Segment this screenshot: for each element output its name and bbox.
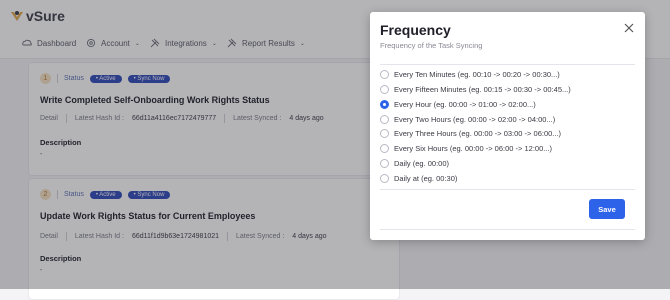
radio-button[interactable] xyxy=(380,174,389,183)
radio-button[interactable] xyxy=(380,144,389,153)
option-label: Every Three Hours (eg. 00:00 -> 03:00 ->… xyxy=(394,129,562,138)
radio-button[interactable] xyxy=(380,85,389,94)
dialog-footer-divider xyxy=(380,229,635,230)
frequency-option[interactable]: Every Three Hours (eg. 00:00 -> 03:00 ->… xyxy=(380,129,561,138)
app: vSure Dashboard Account ⌄ Integrations ⌄… xyxy=(0,0,670,300)
frequency-option[interactable]: Every Fifteen Minutes (eg. 00:15 -> 00:3… xyxy=(380,85,571,94)
close-icon[interactable] xyxy=(623,22,635,34)
option-label: Every Hour (eg. 00:00 -> 01:00 -> 02:00.… xyxy=(394,100,536,109)
dialog-subtitle: Frequency of the Task Syncing xyxy=(380,41,483,50)
frequency-option[interactable]: Every Ten Minutes (eg. 00:10 -> 00:20 ->… xyxy=(380,70,560,79)
option-label: Every Ten Minutes (eg. 00:10 -> 00:20 ->… xyxy=(394,70,560,79)
radio-button[interactable] xyxy=(380,70,389,79)
option-label: Daily at (eg. 00:30) xyxy=(394,174,458,183)
option-label: Every Fifteen Minutes (eg. 00:15 -> 00:3… xyxy=(394,85,571,94)
frequency-option[interactable]: Daily at (eg. 00:30) xyxy=(380,174,457,183)
frequency-dialog: Frequency Frequency of the Task Syncing … xyxy=(370,12,645,240)
radio-button[interactable] xyxy=(380,129,389,138)
frequency-option[interactable]: Every Hour (eg. 00:00 -> 01:00 -> 02:00.… xyxy=(380,100,536,109)
radio-button[interactable] xyxy=(380,100,389,109)
dialog-title: Frequency xyxy=(380,22,451,38)
radio-button[interactable] xyxy=(380,115,389,124)
frequency-options: Every Ten Minutes (eg. 00:10 -> 00:20 ->… xyxy=(380,64,635,190)
frequency-option[interactable]: Every Two Hours (eg. 00:00 -> 02:00 -> 0… xyxy=(380,115,555,124)
frequency-option[interactable]: Daily (eg. 00:00) xyxy=(380,159,449,168)
option-label: Every Six Hours (eg. 00:00 -> 06:00 -> 1… xyxy=(394,144,552,153)
frequency-option[interactable]: Every Six Hours (eg. 00:00 -> 06:00 -> 1… xyxy=(380,144,552,153)
option-label: Every Two Hours (eg. 00:00 -> 02:00 -> 0… xyxy=(394,115,556,124)
option-label: Daily (eg. 00:00) xyxy=(394,159,450,168)
save-button[interactable]: Save xyxy=(589,199,625,219)
radio-button[interactable] xyxy=(380,159,389,168)
